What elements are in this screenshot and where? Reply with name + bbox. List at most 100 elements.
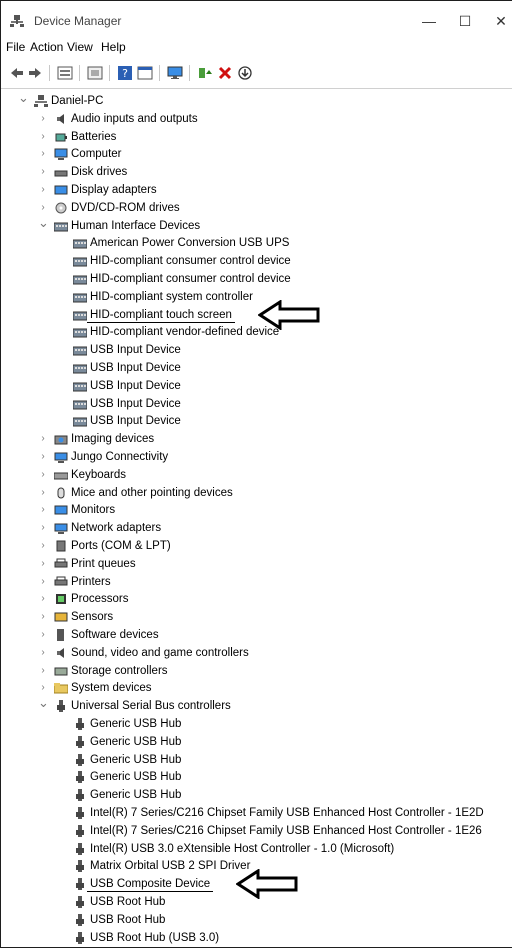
system-folder-icon [53, 682, 69, 694]
printer-icon [54, 558, 68, 570]
tree-item-label: USB Root Hub [90, 913, 166, 926]
annotation-arrow-icon [236, 869, 298, 900]
monitor-icon[interactable] [167, 65, 183, 81]
mouse-icon [54, 487, 68, 499]
menu-help[interactable]: Help [101, 40, 126, 54]
tree-item-label: USB Input Device [90, 397, 181, 410]
expand-arrow-icon[interactable]: › [38, 110, 48, 128]
tree-item-label: Generic USB Hub [90, 753, 182, 766]
tree-item-label: Human Interface Devices [71, 219, 201, 232]
tree-item-label: Monitors [71, 504, 116, 517]
highlight-underline [87, 891, 213, 893]
usb-icon [73, 842, 87, 855]
expand-arrow-icon[interactable]: › [38, 519, 48, 537]
speaker-icon [54, 113, 68, 125]
tree-item-label: USB Root Hub [90, 896, 166, 908]
title-bar: Device Manager — ☐ ✕ [1, 1, 512, 37]
tree-item-label: Ports (COM & LPT) [71, 540, 171, 552]
menu-action[interactable]: Action [30, 40, 63, 54]
hid-icon [72, 362, 88, 374]
tree-item-label: Printers [71, 575, 111, 588]
expand-arrow-icon[interactable]: › [38, 662, 48, 680]
tree-item-label: Matrix Orbital USB 2 SPI Driver [90, 860, 251, 873]
collapse-arrow-icon[interactable]: ⌄ [38, 216, 49, 235]
hid-icon [72, 344, 88, 356]
expand-arrow-icon[interactable]: › [38, 590, 48, 608]
hid-icon [72, 237, 88, 249]
usb-icon [73, 753, 87, 766]
tree-item-label: USB Input Device [90, 415, 181, 428]
hid-icon [72, 380, 88, 392]
tree-item-label: Intel(R) 7 Series/C216 Chipset Family US… [90, 807, 484, 819]
expand-arrow-icon[interactable]: › [38, 484, 48, 502]
tree-item-label: Print queues [71, 557, 136, 570]
highlight-underline [87, 321, 235, 323]
scan-hardware-icon[interactable] [237, 65, 253, 81]
forward-icon[interactable] [27, 65, 43, 81]
expand-arrow-icon[interactable]: › [38, 430, 48, 448]
usb-icon [73, 718, 87, 730]
properties-icon[interactable] [57, 65, 73, 81]
minimize-button[interactable]: — [419, 11, 439, 31]
sensor-icon [54, 611, 68, 623]
expand-arrow-icon[interactable]: › [38, 608, 48, 626]
maximize-button[interactable]: ☐ [455, 11, 475, 31]
device-manager-window: Device Manager — ☐ ✕ File Action View Help … [0, 0, 512, 948]
device-tree: ⌄ Daniel-PC › Audio inputs and outputs › Batt… [1, 89, 512, 947]
usb-icon [73, 824, 87, 837]
expand-arrow-icon[interactable]: › [38, 128, 48, 146]
expand-arrow-icon[interactable]: › [38, 555, 48, 573]
tree-item-label: Display adapters [71, 184, 157, 196]
tree-item-label: HID-compliant consumer control device [90, 255, 291, 268]
expand-arrow-icon[interactable]: › [38, 626, 48, 644]
expand-arrow-icon[interactable]: › [38, 145, 48, 163]
battery-icon [54, 131, 68, 143]
menu-file[interactable]: File [6, 40, 25, 54]
toolbar-separator [79, 65, 80, 81]
usb-icon [73, 771, 87, 784]
show-hidden-icon[interactable] [87, 65, 103, 81]
hid-icon [72, 273, 88, 285]
expand-arrow-icon[interactable]: › [38, 644, 48, 662]
usb-icon [73, 913, 87, 926]
usb-icon [73, 878, 87, 891]
collapse-arrow-icon[interactable]: ⌄ [18, 91, 29, 110]
monitor-icon [54, 504, 68, 516]
expand-arrow-icon[interactable]: › [38, 573, 48, 591]
help-icon[interactable]: ? [117, 65, 133, 81]
tree-item-label: Intel(R) 7 Series/C216 Chipset Family US… [90, 824, 482, 837]
expand-arrow-icon[interactable]: › [38, 501, 48, 519]
tree-item-label: Audio inputs and outputs [71, 112, 198, 125]
expand-arrow-icon[interactable]: › [38, 466, 48, 484]
menu-bar: File Action View Help [1, 37, 512, 57]
hid-icon [72, 309, 88, 321]
expand-arrow-icon[interactable]: › [38, 537, 48, 555]
tree-item-label: Storage controllers [71, 664, 168, 677]
tree-item-label: Daniel-PC [51, 95, 104, 107]
close-button[interactable]: ✕ [491, 11, 511, 31]
annotation-arrow-icon [258, 299, 320, 330]
tree-item-label: Generic USB Hub [90, 718, 182, 730]
hid-icon [72, 415, 88, 427]
uninstall-icon[interactable] [217, 65, 233, 81]
tree-item-label: Keyboards [71, 468, 126, 481]
tree-item-label: Computer [71, 148, 122, 161]
expand-arrow-icon[interactable]: › [38, 448, 48, 466]
menu-view[interactable]: View [67, 40, 93, 54]
tree-item-label: USB Root Hub (USB 3.0) [90, 931, 220, 944]
toolbar-separator [189, 65, 190, 81]
update-driver-icon[interactable] [197, 65, 213, 81]
tree-item-label: Sensors [71, 611, 114, 624]
storage-icon [54, 665, 68, 677]
back-icon[interactable] [9, 65, 25, 81]
expand-arrow-icon[interactable]: › [38, 163, 48, 181]
view-icon[interactable] [137, 65, 153, 81]
tree-item-label: Disk drives [71, 166, 128, 179]
tree-item-label: Jungo Connectivity [71, 451, 169, 463]
tree-item-label: DVD/CD-ROM drives [71, 201, 180, 214]
expand-arrow-icon[interactable]: › [38, 181, 48, 199]
tree-item-label: Sound, video and game controllers [71, 646, 249, 659]
collapse-arrow-icon[interactable]: ⌄ [38, 696, 49, 715]
tree-item-label: USB Input Device [90, 344, 181, 357]
tree-item-label: Network adapters [71, 522, 162, 535]
